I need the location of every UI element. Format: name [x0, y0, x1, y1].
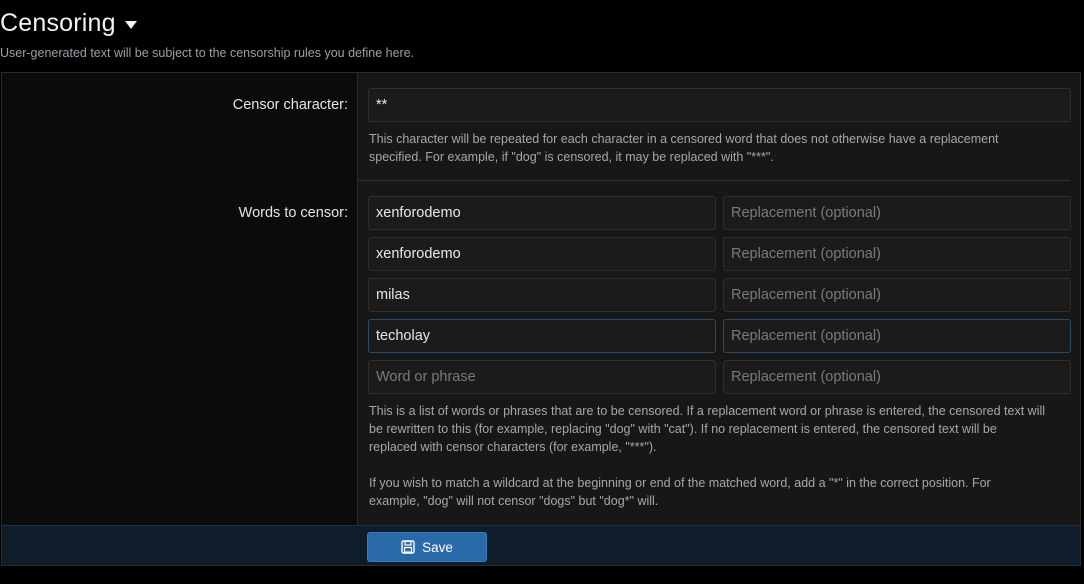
- form-footer: Save: [2, 525, 1080, 565]
- page-description: User-generated text will be subject to t…: [0, 46, 415, 60]
- save-button[interactable]: Save: [367, 532, 487, 562]
- word-input[interactable]: Word or phrase: [368, 360, 716, 394]
- chevron-down-icon[interactable]: [124, 20, 137, 29]
- word-input[interactable]: xenforodemo: [368, 196, 716, 230]
- word-input[interactable]: xenforodemo: [368, 237, 716, 271]
- section-divider: [358, 180, 1070, 181]
- page-title: Censoring: [0, 8, 116, 37]
- save-icon: [401, 540, 415, 554]
- words-hint: This is a list of words or phrases that …: [369, 404, 1046, 508]
- save-label: Save: [422, 539, 453, 555]
- replacement-input[interactable]: Replacement (optional): [723, 196, 1071, 230]
- field-column: ** This character will be repeated for e…: [357, 73, 1080, 525]
- censor-character-input[interactable]: **: [368, 88, 1071, 122]
- label-column: Censor character: Words to censor:: [2, 73, 357, 525]
- replacement-input[interactable]: Replacement (optional): [723, 319, 1071, 353]
- replacement-input[interactable]: Replacement (optional): [723, 237, 1071, 271]
- word-input[interactable]: milas: [368, 278, 716, 312]
- replacement-input[interactable]: Replacement (optional): [723, 360, 1071, 394]
- replacement-input[interactable]: Replacement (optional): [723, 278, 1071, 312]
- page-header: Censoring: [0, 6, 137, 40]
- word-input[interactable]: techolay: [368, 319, 716, 353]
- words-to-censor-label: Words to censor:: [238, 205, 348, 221]
- censor-character-hint: This character will be repeated for each…: [369, 132, 999, 164]
- censor-character-label: Censor character:: [232, 97, 348, 113]
- censoring-form: Censor character: Words to censor: ** Th…: [1, 72, 1081, 566]
